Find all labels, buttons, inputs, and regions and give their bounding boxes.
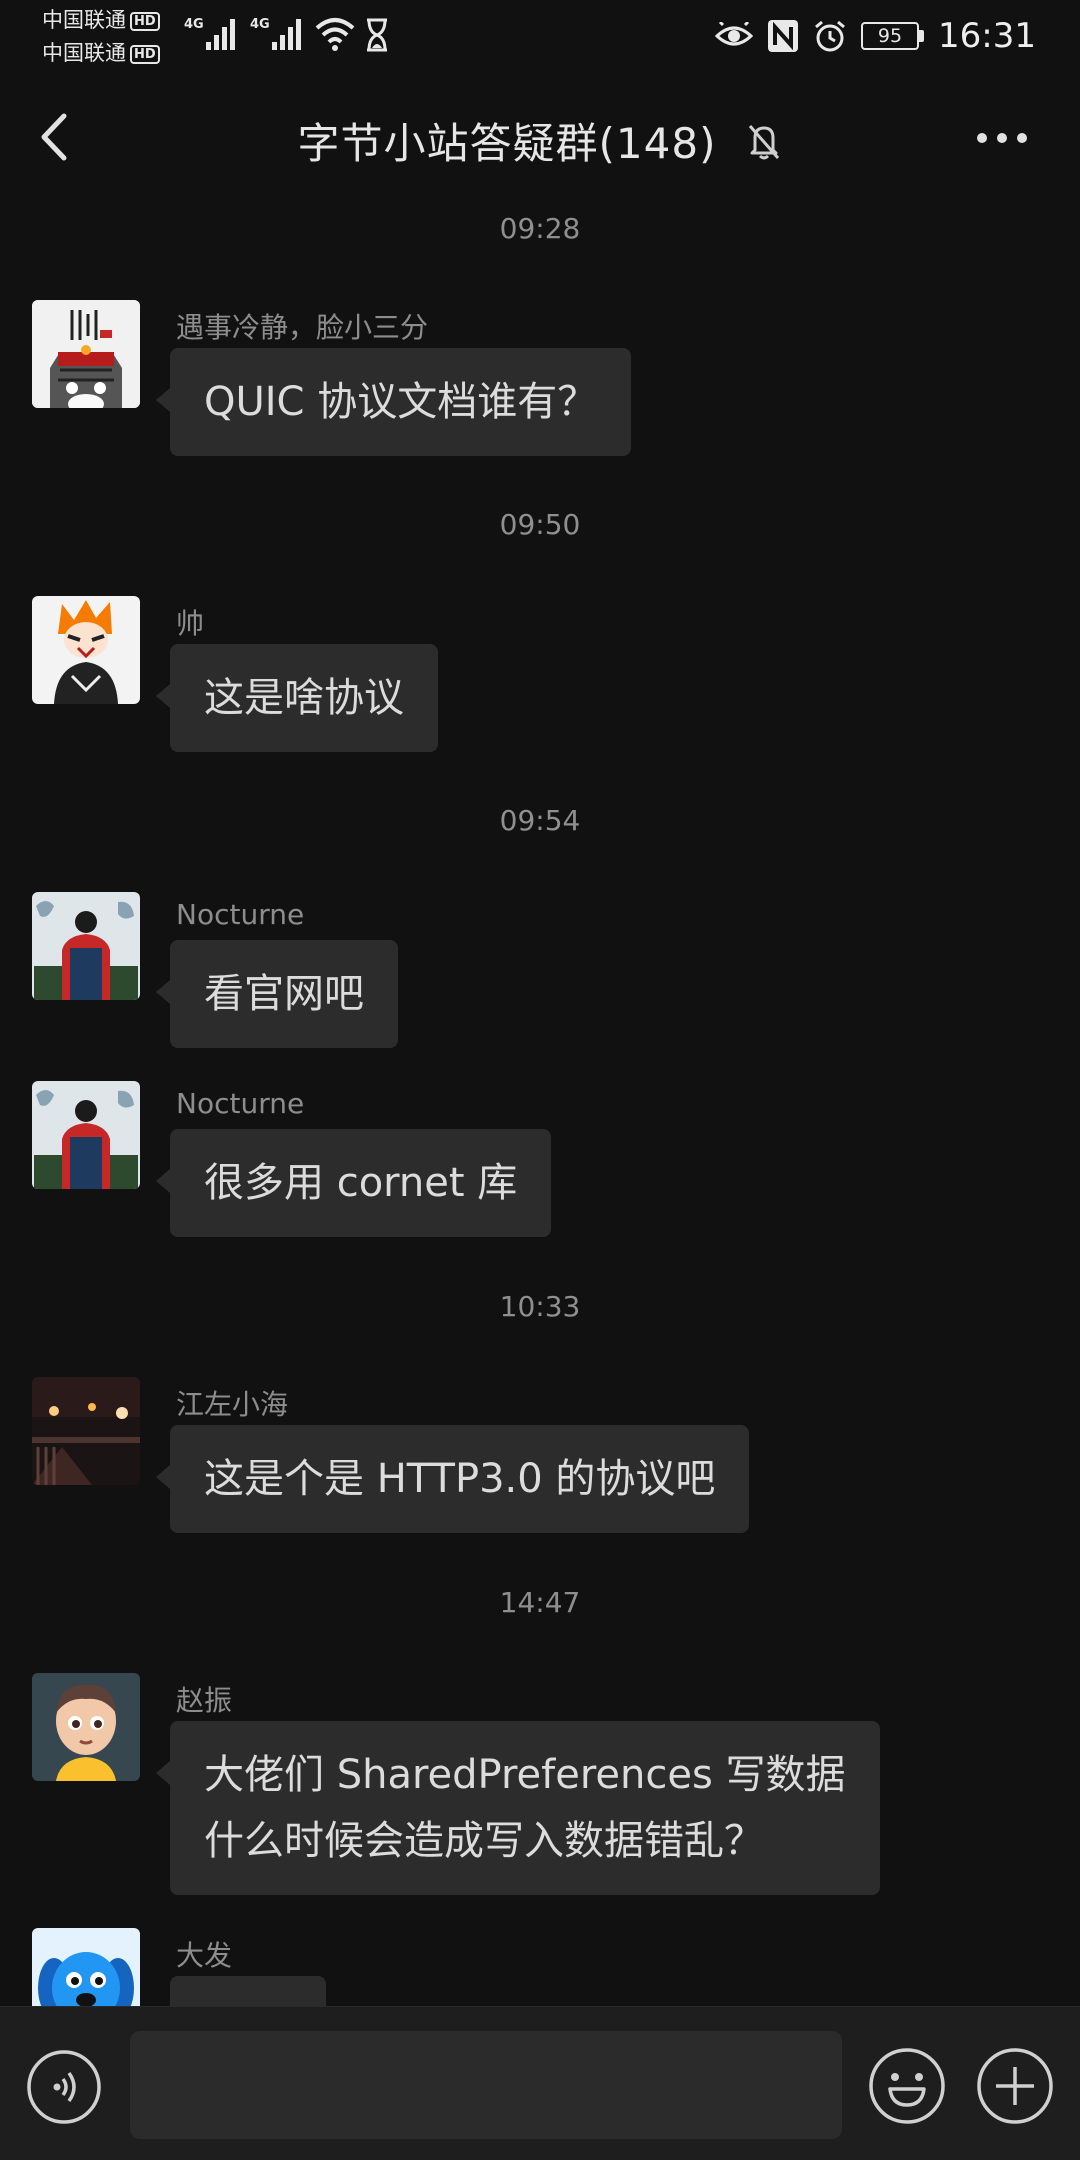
mute-bell-icon — [749, 125, 780, 160]
message-text: 看官网吧 — [204, 971, 364, 1017]
carrier-2: 中国联通 HD — [42, 41, 160, 65]
message-bubble[interactable]: 很多用 cornet 库 — [155, 1129, 552, 1237]
battery-icon: 95 — [861, 22, 925, 50]
nfc-icon — [768, 20, 799, 52]
signal-icon: 4G — [250, 17, 301, 50]
signal-icon: 4G — [184, 17, 235, 50]
sender-name: Nocturne — [176, 1087, 305, 1120]
message-text: 很多用 cornet 库 — [204, 1160, 518, 1206]
message-bubble[interactable]: 看官网吧 — [156, 940, 398, 1048]
clock: 16:31 — [938, 16, 1036, 56]
carrier-1: 中国联通 HD — [42, 8, 160, 32]
chat-input-bar — [0, 2006, 1080, 2160]
eye-comfort-icon — [715, 22, 754, 46]
message-bubble[interactable]: 这是个是 HTTP3.0 的协议吧 — [155, 1425, 750, 1533]
emoji-icon[interactable] — [868, 2047, 946, 2125]
timestamp: 10:33 — [499, 1290, 581, 1323]
sender-name: Nocturne — [176, 898, 305, 931]
carrier-1-name: 中国联通 — [42, 8, 126, 32]
group-title: 字节小站答疑群(148) — [297, 119, 717, 168]
message-text: QUIC 协议文档谁有？ — [204, 379, 598, 425]
timestamp: 09:54 — [499, 804, 581, 837]
avatar[interactable] — [32, 1673, 140, 1781]
sender-name: 帅 — [176, 607, 205, 640]
message-text: 这是啥协议 — [204, 675, 404, 721]
battery-level: 95 — [861, 22, 920, 50]
avatar[interactable] — [32, 596, 140, 704]
message-input[interactable] — [130, 2031, 842, 2139]
sender-name: 大发 — [176, 1939, 233, 1972]
message-bubble[interactable]: 大佬们 SharedPreferences 写数据 什么时候会造成写入数据错乱？ — [156, 1721, 880, 1895]
sender-name: 遇事冷静，脸小三分 — [176, 311, 429, 344]
avatar[interactable] — [32, 300, 140, 408]
status-right: 95 16:31 — [715, 12, 1036, 60]
alarm-icon — [815, 20, 845, 52]
message-bubble[interactable]: QUIC 协议文档谁有？ — [155, 348, 632, 456]
chat-screen: 中国联通 HD 中国联通 HD 4G 4G 95 16:31 字节小站答疑群(1… — [0, 0, 1080, 2160]
message-bubble[interactable]: 这是啥协议 — [156, 644, 438, 752]
voice-input-icon[interactable] — [26, 2049, 102, 2125]
hourglass-icon — [367, 18, 387, 52]
network-type-label: 4G — [250, 17, 270, 32]
timestamp: 14:47 — [499, 1586, 581, 1619]
title-wrap: 字节小站答疑群(148) — [0, 110, 1080, 171]
avatar[interactable] — [32, 1081, 140, 1189]
chat-header: 字节小站答疑群(148) — [0, 70, 1080, 205]
carrier-2-name: 中国联通 — [42, 41, 126, 65]
network-type-label: 4G — [184, 17, 204, 32]
avatar[interactable] — [32, 1377, 140, 1485]
hd-badge: HD — [130, 45, 160, 64]
more-options-icon[interactable] — [976, 132, 1028, 144]
timestamp: 09:28 — [499, 212, 581, 245]
message-text-line: 什么时候会造成写入数据错乱？ — [204, 1818, 764, 1864]
timestamp: 09:50 — [499, 508, 581, 541]
avatar[interactable] — [32, 892, 140, 1000]
wifi-icon — [315, 18, 355, 51]
sender-name: 江左小海 — [176, 1388, 289, 1421]
sender-name: 赵振 — [176, 1684, 233, 1717]
plus-icon[interactable] — [976, 2047, 1054, 2125]
status-bar: 中国联通 HD 中国联通 HD 4G 4G 95 16:31 — [0, 0, 1080, 70]
hd-badge: HD — [130, 12, 160, 31]
message-text: 这是个是 HTTP3.0 的协议吧 — [204, 1456, 716, 1502]
message-text-line: 大佬们 SharedPreferences 写数据 — [204, 1752, 846, 1798]
